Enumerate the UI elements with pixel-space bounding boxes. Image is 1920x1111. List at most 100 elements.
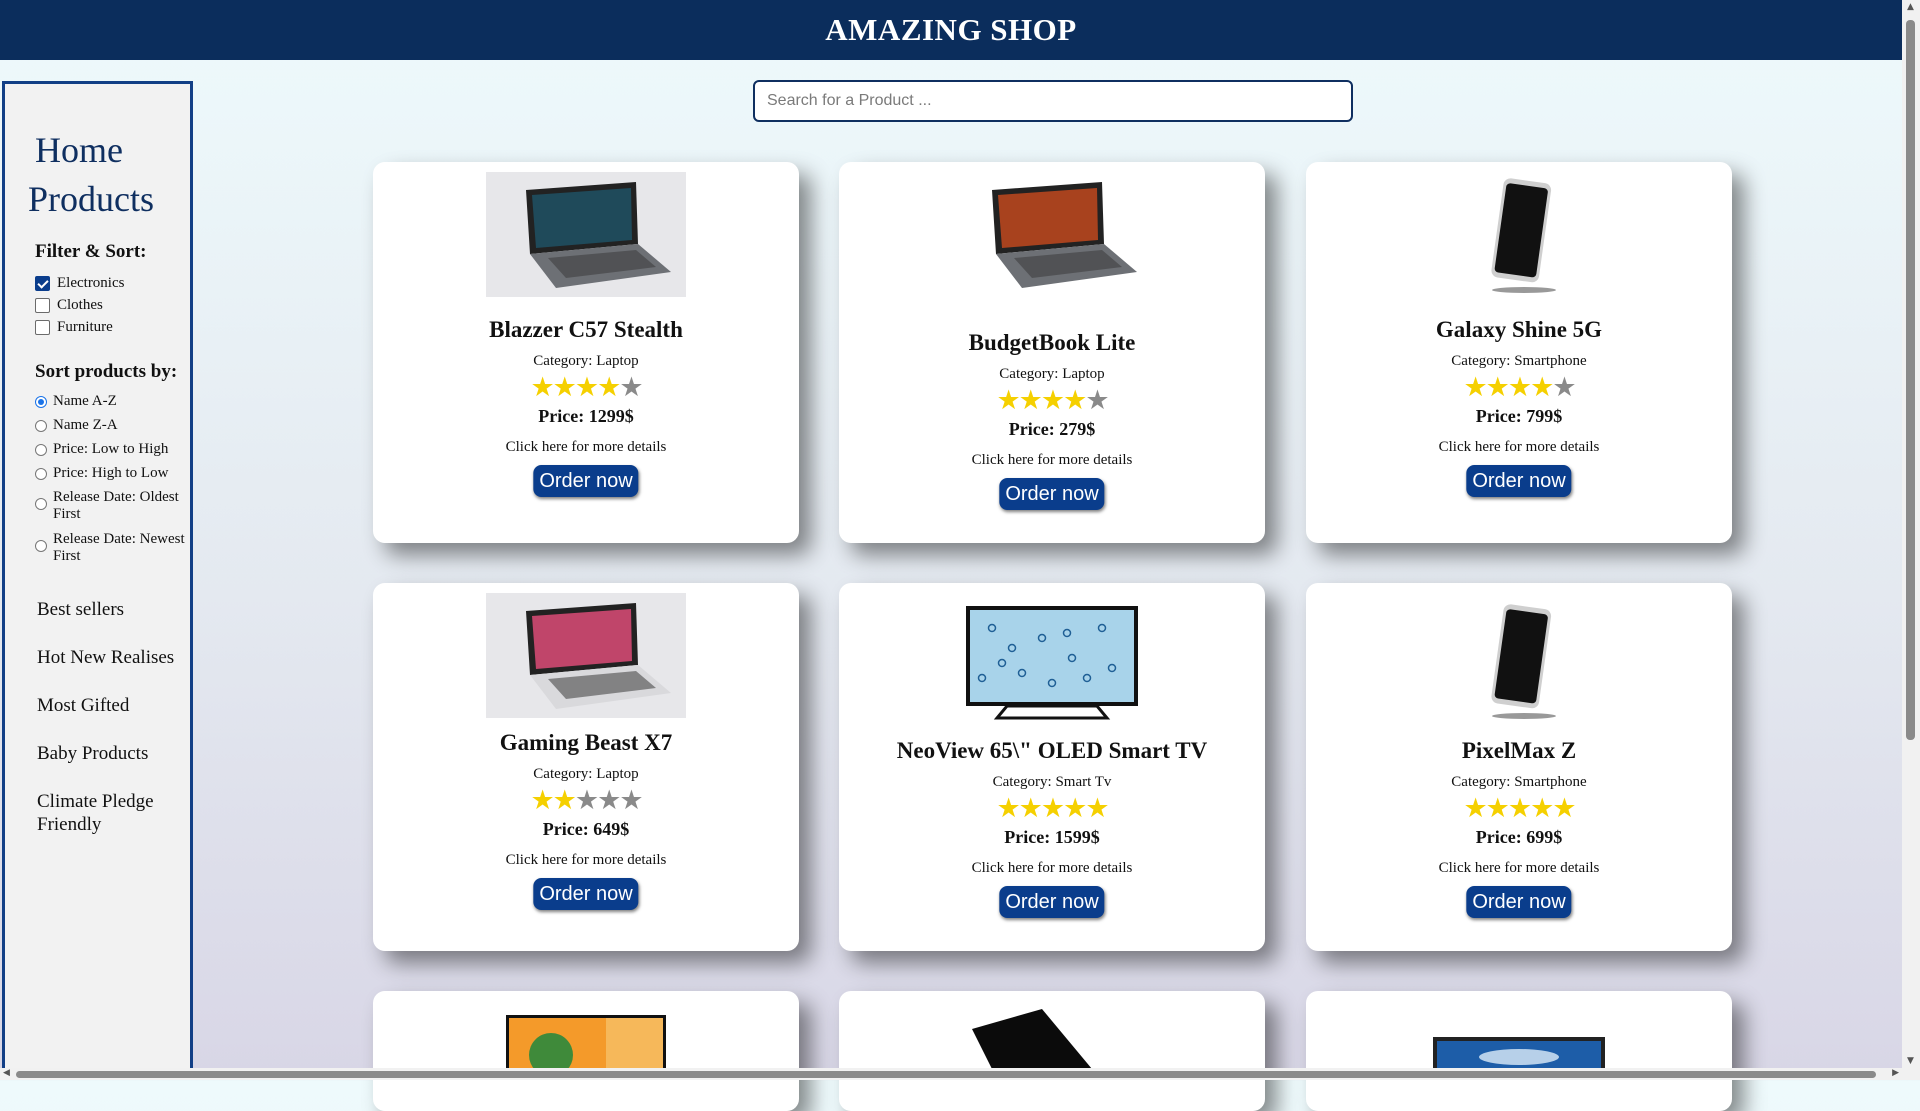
checkbox-electronics[interactable] <box>35 276 50 291</box>
product-card[interactable]: PixelMax Z Category: Smartphone ★★★★★ Pr… <box>1306 583 1732 951</box>
product-card[interactable]: Galaxy Shine 5G Category: Smartphone ★★★… <box>1306 162 1732 543</box>
checkbox-clothes[interactable] <box>35 298 50 313</box>
sort-release-newest[interactable]: Release Date: Newest First <box>35 531 195 565</box>
sort-price-low-high[interactable]: Price: Low to High <box>35 441 168 458</box>
star-filled-icon: ★ <box>552 785 577 815</box>
product-image[interactable] <box>486 172 686 302</box>
filter-title: Filter & Sort: <box>35 241 147 262</box>
product-rating: ★★★★★ <box>373 374 799 401</box>
site-header: AMAZING SHOP <box>0 0 1902 60</box>
product-image[interactable] <box>1464 598 1574 728</box>
product-price: Price: 649$ <box>542 819 630 839</box>
vertical-scroll-thumb[interactable] <box>1906 20 1915 740</box>
product-rating: ★★★★★ <box>839 387 1265 414</box>
product-price: Price: 1299$ <box>538 406 634 426</box>
scroll-down-icon[interactable]: ▼ <box>1907 1056 1914 1066</box>
star-filled-icon: ★ <box>597 372 621 402</box>
order-now-button[interactable]: Order now <box>1466 465 1572 497</box>
link-best-sellers[interactable]: Best sellers <box>37 598 187 621</box>
product-name[interactable]: NeoView 65\" OLED Smart TV <box>839 738 1265 764</box>
star-filled-icon: ★ <box>1063 385 1087 415</box>
order-now-button[interactable]: Order now <box>999 886 1105 918</box>
product-name[interactable]: Gaming Beast X7 <box>373 730 799 756</box>
star-empty-icon: ★ <box>619 785 643 815</box>
sort-label: Release Date: Newest First <box>53 531 185 564</box>
order-now-button[interactable]: Order now <box>1466 886 1572 918</box>
vertical-scrollbar[interactable]: ▲ ▼ <box>1902 0 1920 1080</box>
product-image[interactable] <box>952 598 1152 728</box>
product-details-link[interactable]: Click here for more details <box>373 852 799 869</box>
scroll-left-icon[interactable]: ◀ <box>3 1068 10 1078</box>
sort-name-za[interactable]: Name Z-A <box>35 417 118 434</box>
sort-label: Release Date: Oldest First <box>53 489 179 522</box>
horizontal-scrollbar[interactable]: ◀ ▶ <box>0 1068 1902 1080</box>
link-most-gifted[interactable]: Most Gifted <box>37 694 187 717</box>
product-price: Price: 699$ <box>1475 827 1563 847</box>
sort-label: Name A-Z <box>53 393 117 409</box>
star-filled-icon: ★ <box>1530 372 1554 402</box>
filter-furniture[interactable]: Furniture <box>35 319 113 336</box>
product-details-link[interactable]: Click here for more details <box>1306 439 1732 456</box>
star-filled-icon: ★ <box>1485 793 1510 823</box>
product-card[interactable] <box>1306 991 1732 1111</box>
filter-electronics[interactable]: Electronics <box>35 275 124 292</box>
product-details-link[interactable]: Click here for more details <box>1306 860 1732 877</box>
radio-price-low-high[interactable] <box>35 444 47 456</box>
product-card[interactable]: Gaming Beast X7 Category: Laptop ★★★★★ P… <box>373 583 799 951</box>
product-image[interactable] <box>486 593 686 723</box>
radio-name-za[interactable] <box>35 420 47 432</box>
product-image[interactable] <box>952 172 1152 302</box>
radio-price-high-low[interactable] <box>35 468 47 480</box>
product-name[interactable]: Blazzer C57 Stealth <box>373 317 799 343</box>
product-image[interactable] <box>1464 172 1574 302</box>
product-name[interactable]: BudgetBook Lite <box>839 330 1265 356</box>
product-name[interactable]: PixelMax Z <box>1306 738 1732 764</box>
product-card[interactable] <box>373 991 799 1111</box>
product-details-link[interactable]: Click here for more details <box>373 439 799 456</box>
star-filled-icon: ★ <box>1507 793 1532 823</box>
nav-home[interactable]: Home <box>35 129 123 171</box>
product-card[interactable] <box>839 991 1265 1111</box>
product-price: Price: 279$ <box>1008 419 1096 439</box>
product-details-link[interactable]: Click here for more details <box>839 860 1265 877</box>
sort-name-az[interactable]: Name A-Z <box>35 393 117 410</box>
sort-label: Price: Low to High <box>53 441 169 457</box>
order-now-button[interactable]: Order now <box>533 465 639 497</box>
filter-clothes[interactable]: Clothes <box>35 297 103 314</box>
radio-name-az[interactable] <box>35 396 47 408</box>
scroll-right-icon[interactable]: ▶ <box>1892 1068 1899 1078</box>
product-image[interactable] <box>1419 1011 1619 1077</box>
product-image[interactable] <box>952 999 1152 1074</box>
product-image[interactable] <box>506 1015 666 1077</box>
star-filled-icon: ★ <box>996 385 1020 415</box>
checkbox-furniture[interactable] <box>35 320 50 335</box>
sort-price-high-low[interactable]: Price: High to Low <box>35 465 168 482</box>
sort-label: Price: High to Low <box>53 465 169 481</box>
horizontal-scroll-thumb[interactable] <box>16 1071 1876 1078</box>
search-input[interactable]: Search for a Product ... <box>753 80 1353 122</box>
star-filled-icon: ★ <box>1040 793 1065 823</box>
radio-release-newest[interactable] <box>35 540 47 552</box>
product-card[interactable]: BudgetBook Lite Category: Laptop ★★★★★ P… <box>839 162 1265 543</box>
nav-products[interactable]: Products <box>28 178 154 220</box>
star-empty-icon: ★ <box>1552 372 1576 402</box>
product-rating: ★★★★★ <box>1306 795 1732 822</box>
order-now-button[interactable]: Order now <box>533 878 639 910</box>
order-now-button[interactable]: Order now <box>999 478 1105 510</box>
link-hot-new-releases[interactable]: Hot New Realises <box>37 646 187 669</box>
product-card[interactable]: Blazzer C57 Stealth Category: Laptop ★★★… <box>373 162 799 543</box>
link-climate-pledge-friendly[interactable]: Climate Pledge Friendly <box>37 790 187 836</box>
star-empty-icon: ★ <box>1085 385 1109 415</box>
filter-label: Clothes <box>57 297 103 313</box>
product-category: Category: Smartphone <box>1451 774 1587 790</box>
product-category: Category: Laptop <box>533 353 639 369</box>
sort-release-oldest[interactable]: Release Date: Oldest First <box>35 489 195 523</box>
product-name[interactable]: Galaxy Shine 5G <box>1306 317 1732 343</box>
radio-release-oldest[interactable] <box>35 498 47 510</box>
link-baby-products[interactable]: Baby Products <box>37 742 187 765</box>
product-details-link[interactable]: Click here for more details <box>839 452 1265 469</box>
scroll-up-icon[interactable]: ▲ <box>1907 2 1914 12</box>
product-rating: ★★★★★ <box>839 795 1265 822</box>
product-card[interactable]: NeoView 65\" OLED Smart TV Category: Sma… <box>839 583 1265 951</box>
product-category: Category: Laptop <box>533 766 639 782</box>
